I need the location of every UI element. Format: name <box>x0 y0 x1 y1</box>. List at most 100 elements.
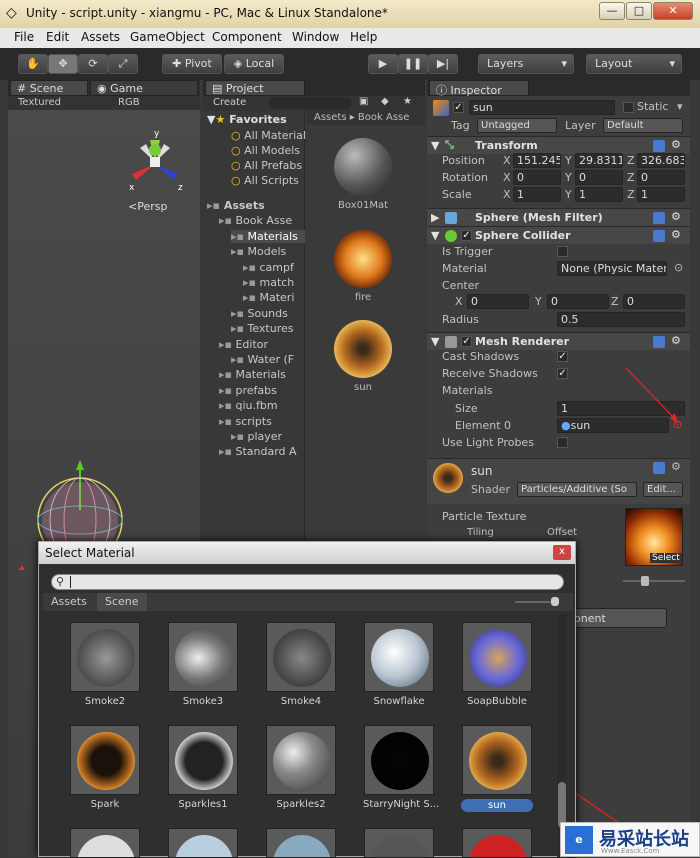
help-book-icon[interactable] <box>653 212 665 224</box>
gear-icon[interactable]: ⚙ <box>671 210 681 223</box>
asset-item[interactable]: Box01Mat <box>323 138 403 211</box>
help-book-icon[interactable] <box>653 140 665 152</box>
material-thumbnail-partial[interactable] <box>266 828 336 858</box>
rotation-z-field[interactable]: 0 <box>637 170 685 185</box>
collider-material-field[interactable]: None (Physic Materi <box>557 261 667 276</box>
rotation-y-field[interactable]: 0 <box>575 170 623 185</box>
orientation-gizmo-icon[interactable]: y x z <box>120 128 190 198</box>
tab-inspector[interactable]: ⓘ Inspector <box>429 80 529 97</box>
gear-icon[interactable]: ⚙ <box>671 460 681 473</box>
material-item[interactable]: Sparkles2 <box>265 725 337 810</box>
material-item[interactable]: Smoke3 <box>167 622 239 707</box>
material-item[interactable]: Smoke2 <box>69 622 141 707</box>
slider-thumb[interactable] <box>641 576 649 586</box>
menu-window[interactable]: Window <box>292 30 339 44</box>
layers-dropdown[interactable]: Layers ▾ <box>478 54 574 74</box>
material-item[interactable]: Smoke4 <box>265 622 337 707</box>
gear-icon[interactable]: ⚙ <box>671 228 681 241</box>
tree-item[interactable]: ▸▪ qiu.fbm <box>219 399 278 412</box>
mesh-renderer-header[interactable]: ▼ ✓ Mesh Renderer ⚙ <box>427 332 690 350</box>
material-thumbnail-partial[interactable] <box>168 828 238 858</box>
hand-tool-icon[interactable]: ✋ <box>18 54 48 74</box>
tree-item[interactable]: ▸▪ prefabs <box>219 384 277 397</box>
menu-gameobject[interactable]: GameObject <box>130 30 205 44</box>
menu-edit[interactable]: Edit <box>46 30 69 44</box>
tree-item[interactable]: ▸▪ Materi <box>243 291 294 304</box>
scale-tool-icon[interactable]: ⤢ <box>108 54 138 74</box>
tab-game[interactable]: ◉ Game <box>90 80 198 96</box>
preview-slider[interactable] <box>623 580 685 582</box>
help-book-icon[interactable] <box>653 336 665 348</box>
material-item[interactable]: StarryNight S... <box>363 725 439 810</box>
receive-shadows-checkbox[interactable]: ✓ <box>557 368 568 379</box>
sphere-collider-header[interactable]: ▼ ✓ Sphere Collider ⚙ <box>427 226 690 244</box>
layout-dropdown[interactable]: Layout ▾ <box>586 54 682 74</box>
material-item[interactable]: Snowflake <box>363 622 435 707</box>
tab-scene[interactable]: Scene <box>105 595 139 608</box>
asset-item[interactable]: sun <box>323 320 403 393</box>
tab-project[interactable]: ▤ Project <box>205 80 305 96</box>
tree-item[interactable]: ▸▪ Editor <box>219 338 268 351</box>
persp-label[interactable]: <Persp <box>128 200 167 213</box>
texture-select-button[interactable]: Select <box>650 553 682 563</box>
tag-dropdown[interactable]: Untagged <box>477 118 557 133</box>
material-item[interactable]: SoapBubble <box>461 622 533 707</box>
minimize-button[interactable]: — <box>599 2 625 20</box>
active-checkbox[interactable]: ✓ <box>453 102 464 113</box>
rotation-x-field[interactable]: 0 <box>513 170 561 185</box>
object-picker-icon[interactable]: ⊙ <box>673 418 682 431</box>
gear-icon[interactable]: ⚙ <box>671 334 681 347</box>
asset-item[interactable]: fire <box>323 230 403 303</box>
tree-item[interactable]: ▸▪ Textures <box>231 322 293 335</box>
tree-item[interactable]: ▸▪ Standard A <box>219 445 297 458</box>
center-z-field[interactable]: 0 <box>623 294 685 309</box>
element0-material-field[interactable]: ●sun <box>557 418 669 433</box>
chevron-down-icon[interactable]: ▾ <box>677 100 683 113</box>
position-y-field[interactable]: 29.8311 <box>575 153 623 168</box>
maximize-button[interactable]: □ <box>626 2 652 20</box>
tree-item[interactable]: ▸▪ scripts <box>219 415 272 428</box>
tab-assets[interactable]: Assets <box>51 595 87 608</box>
tree-item[interactable]: ▸▪ Book Asse <box>219 214 292 227</box>
filter-type-icon[interactable]: ▣ <box>359 96 368 107</box>
material-search-input[interactable]: ⚲ <box>51 574 564 590</box>
materials-size-field[interactable]: 1 <box>557 401 685 416</box>
cast-shadows-checkbox[interactable]: ✓ <box>557 351 568 362</box>
radius-field[interactable]: 0.5 <box>557 312 685 327</box>
is-trigger-checkbox[interactable] <box>557 246 568 257</box>
materials-foldout[interactable]: Materials <box>442 384 492 397</box>
menu-assets[interactable]: Assets <box>81 30 120 44</box>
scale-z-field[interactable]: 1 <box>637 187 685 202</box>
tab-scene[interactable]: # Scene <box>10 80 88 96</box>
transform-header[interactable]: ▼ ⤡ Transform ⚙ <box>427 136 690 154</box>
position-z-field[interactable]: 326.683 <box>637 153 685 168</box>
tree-item[interactable]: ▸▪ player <box>231 430 282 443</box>
step-button[interactable]: ▶| <box>428 54 458 74</box>
help-book-icon[interactable] <box>653 462 665 474</box>
tree-item[interactable]: ▸▪ Materials <box>219 368 286 381</box>
add-component-button[interactable]: onent <box>567 608 667 628</box>
thumbnail-slider-thumb[interactable] <box>551 597 559 606</box>
favorite-item[interactable]: ○ All Scripts <box>231 174 299 187</box>
shader-edit-button[interactable]: Edit... <box>643 482 683 497</box>
layer-dropdown[interactable]: Default <box>603 118 683 133</box>
create-dropdown[interactable]: Create <box>213 97 246 108</box>
gear-icon[interactable]: ⚙ <box>671 138 681 151</box>
tree-item[interactable]: ▸▪ Models <box>231 245 286 258</box>
tree-item[interactable]: ▸▪ campf <box>243 261 294 274</box>
shader-dropdown[interactable]: Particles/Additive (So <box>517 482 637 497</box>
favorite-item[interactable]: ○ All Models <box>231 144 300 157</box>
favorites-header[interactable]: ▼★ Favorites <box>207 113 287 126</box>
tree-item[interactable]: ▸▪ Sounds <box>231 307 288 320</box>
menu-file[interactable]: File <box>14 30 34 44</box>
dialog-close-button[interactable]: x <box>553 545 571 560</box>
tree-item[interactable]: ▸▪ Materials <box>231 229 305 243</box>
light-probes-checkbox[interactable] <box>557 437 568 448</box>
local-toggle[interactable]: ◈ Local <box>224 54 284 74</box>
position-x-field[interactable]: 151.245 <box>513 153 561 168</box>
scale-x-field[interactable]: 1 <box>513 187 561 202</box>
move-tool-icon[interactable]: ✥ <box>48 54 78 74</box>
scale-y-field[interactable]: 1 <box>575 187 623 202</box>
favorite-item[interactable]: ○ All Material <box>231 129 306 142</box>
collider-enabled-checkbox[interactable]: ✓ <box>461 230 472 241</box>
